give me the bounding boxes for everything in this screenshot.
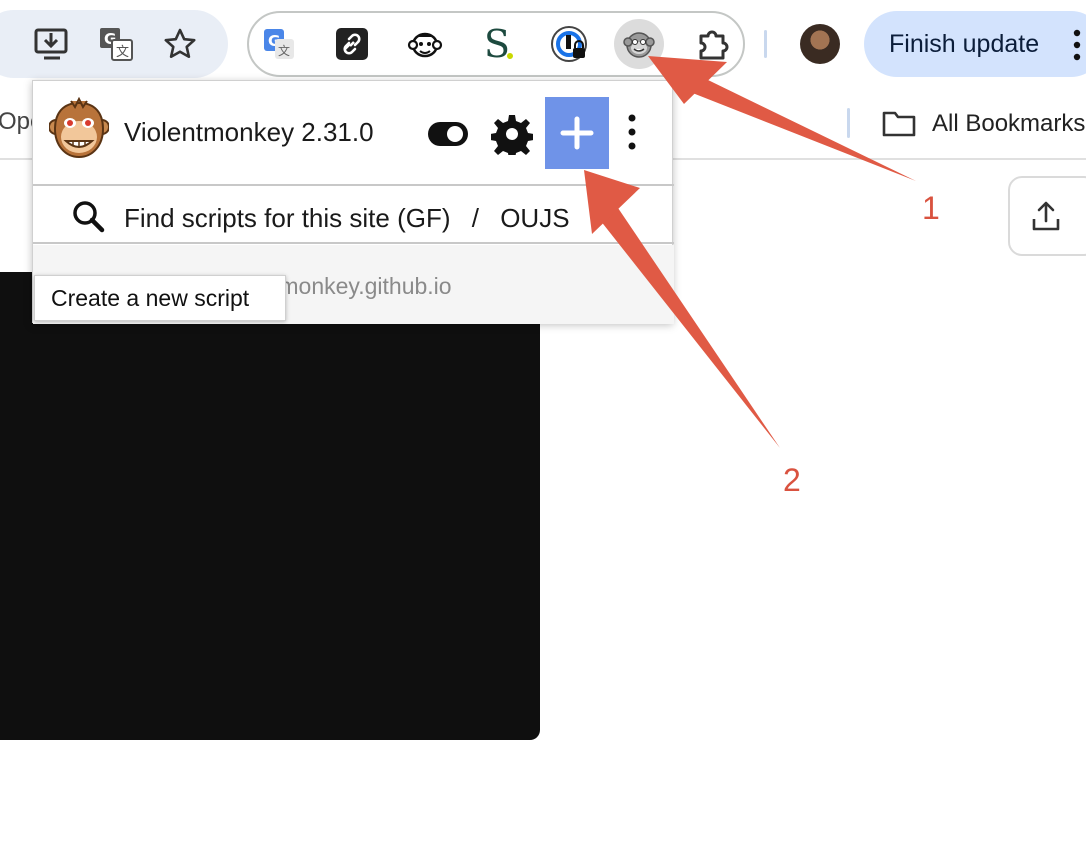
- annotation-arrow-2: [584, 170, 780, 448]
- annotation-arrows: [584, 56, 916, 448]
- annotation-label-1: 1: [922, 190, 940, 226]
- annotation-label-2: 2: [783, 462, 801, 498]
- annotation-arrow-1: [648, 56, 916, 181]
